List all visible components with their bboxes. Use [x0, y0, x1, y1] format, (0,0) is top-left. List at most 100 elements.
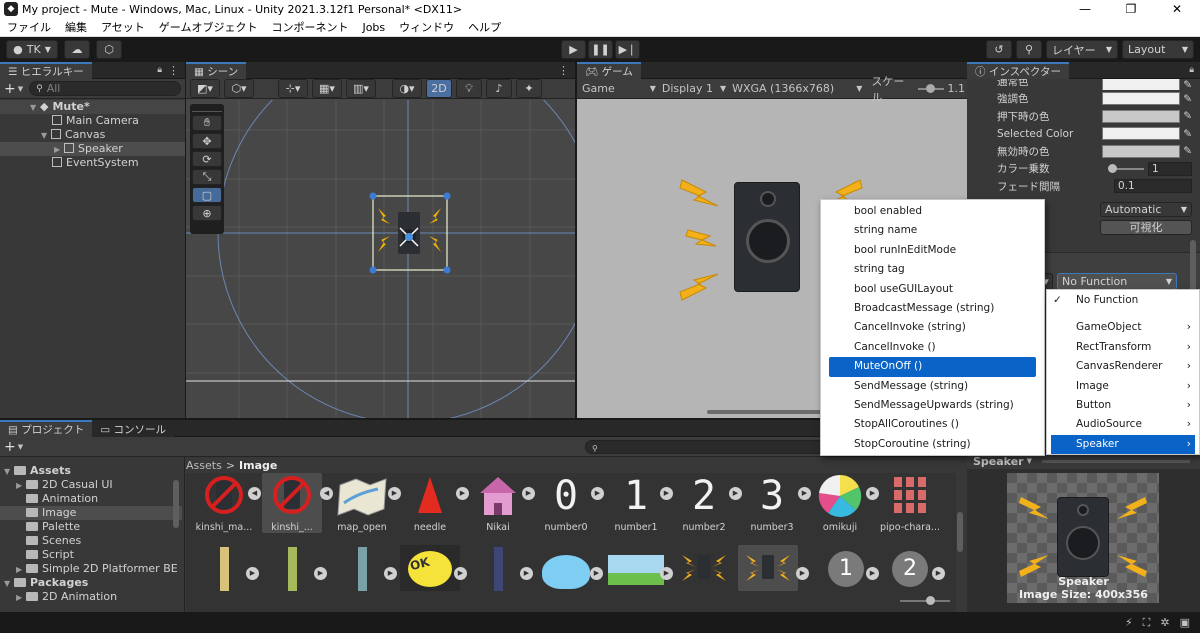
play-icon[interactable]: ▶: [866, 567, 879, 580]
folder-simple-2d-platformer[interactable]: ▶ Simple 2D Platformer BE: [0, 562, 182, 576]
asset-number2[interactable]: 2 number2: [674, 473, 734, 533]
multiplier-input[interactable]: 1: [1148, 161, 1192, 176]
asset-number0[interactable]: 0 number0: [536, 473, 596, 533]
asset-number1[interactable]: 1 number1: [606, 473, 666, 533]
method-item[interactable]: bool useGUILayout: [821, 280, 1044, 299]
asset-stick-navy[interactable]: [468, 545, 528, 591]
method-item[interactable]: SendMessageUpwards (string): [821, 396, 1044, 415]
tab-project[interactable]: ▤ プロジェクト: [0, 419, 93, 437]
account-button[interactable]: ● TK ▼: [6, 40, 58, 59]
rect-tool-icon[interactable]: ▢: [192, 187, 222, 203]
function-item-gameobject[interactable]: GameObject ›: [1047, 318, 1199, 337]
eyedropper-icon[interactable]: ✎: [1183, 79, 1192, 90]
folder-assets[interactable]: ▼ Assets: [0, 464, 182, 478]
cache-icon[interactable]: ▣: [1180, 616, 1190, 629]
method-item[interactable]: SendMessage (string): [821, 377, 1044, 396]
asset-nikai[interactable]: Nikai: [468, 473, 528, 533]
fade-input[interactable]: 0.1: [1114, 179, 1192, 194]
play-icon[interactable]: ▶: [246, 567, 259, 580]
function-item-speaker[interactable]: Speaker ›: [1051, 434, 1195, 455]
layers-dropdown[interactable]: レイヤー ▼: [1046, 40, 1118, 59]
color-swatch[interactable]: [1102, 144, 1181, 158]
play-icon[interactable]: ▶: [866, 487, 879, 500]
asset-grid-scrollbar[interactable]: [957, 512, 963, 552]
transform-tool-icon[interactable]: ⊕: [192, 205, 222, 221]
play-icon[interactable]: ▶: [796, 567, 809, 580]
color-swatch[interactable]: [1102, 127, 1181, 141]
network-icon[interactable]: ⛶: [1143, 616, 1151, 630]
chevron-down-icon[interactable]: ▼: [30, 101, 40, 115]
asset-kinshi-mark[interactable]: kinshi_ma...: [194, 473, 254, 533]
eyedropper-icon[interactable]: ✎: [1183, 110, 1192, 122]
game-scrollbar[interactable]: [707, 410, 827, 414]
method-item-muteonoff[interactable]: MuteOnOff (): [829, 357, 1036, 377]
eyedropper-icon[interactable]: ✎: [1183, 128, 1192, 140]
tab-hierarchy[interactable]: ☰ ヒエラルキー: [0, 61, 92, 79]
menu-help[interactable]: ヘルプ: [461, 18, 508, 37]
asset-stick-green[interactable]: [262, 545, 322, 591]
method-item[interactable]: CancelInvoke (string): [821, 318, 1044, 337]
play-button[interactable]: ▶: [561, 40, 586, 59]
display-dropdown[interactable]: Display 1 ▼: [659, 80, 729, 98]
asset-kinshi[interactable]: kinshi_...: [262, 473, 322, 533]
step-button[interactable]: ▶❘: [615, 40, 640, 59]
hierarchy-item-canvas[interactable]: ▼ Canvas: [0, 128, 185, 142]
shading-icon[interactable]: ◑▾: [392, 79, 422, 98]
increment-snap-icon[interactable]: ▥▾: [346, 79, 376, 98]
hierarchy-item-main-camera[interactable]: Main Camera: [0, 114, 185, 128]
play-icon[interactable]: ▶: [520, 567, 533, 580]
asset-ok-character[interactable]: OK: [400, 545, 460, 591]
asset-needle[interactable]: needle: [400, 473, 460, 533]
history-icon[interactable]: ↺: [986, 40, 1012, 59]
play-icon[interactable]: ▶: [660, 487, 673, 500]
play-icon[interactable]: ▶: [454, 567, 467, 580]
asset-number3[interactable]: 3 number3: [742, 473, 802, 533]
layout-dropdown[interactable]: Layout ▼: [1122, 40, 1194, 59]
folder-palette[interactable]: Palette: [0, 520, 182, 534]
chevron-down-icon[interactable]: ▼: [18, 85, 23, 93]
play-icon[interactable]: ▶: [384, 567, 397, 580]
eyedropper-icon[interactable]: ✎: [1183, 145, 1192, 157]
asset-speaker[interactable]: [674, 545, 734, 591]
move-tool-icon[interactable]: ✥: [192, 133, 222, 149]
navigation-dropdown[interactable]: Automatic ▼: [1100, 202, 1192, 218]
play-icon[interactable]: ▶: [314, 567, 327, 580]
tab-console[interactable]: ▭ コンソール: [92, 419, 175, 437]
asset-speaker-selected[interactable]: [738, 545, 798, 591]
menu-gameobject[interactable]: ゲームオブジェクト: [152, 18, 265, 37]
asset-omikuji[interactable]: omikuji: [810, 473, 870, 533]
folder-tree-scrollbar[interactable]: [173, 480, 179, 528]
asset-slime[interactable]: [536, 545, 596, 591]
hierarchy-search[interactable]: ⚲ All: [29, 81, 181, 96]
hierarchy-item-eventsystem[interactable]: EventSystem: [0, 156, 185, 170]
multiplier-slider[interactable]: [1108, 163, 1144, 173]
menu-file[interactable]: ファイル: [0, 18, 58, 37]
light-icon[interactable]: 💡︎: [456, 79, 482, 98]
breadcrumb-assets[interactable]: Assets: [186, 459, 222, 472]
asset-stick-teal[interactable]: [332, 545, 392, 591]
auto-generate-icon[interactable]: ⚡︎: [1125, 616, 1133, 629]
function-item-button[interactable]: Button ›: [1047, 396, 1199, 415]
cloud-icon[interactable]: ☁: [64, 40, 90, 59]
play-icon[interactable]: ▶: [660, 567, 673, 580]
tab-inspector[interactable]: ⓘ インスペクター: [967, 61, 1069, 79]
chevron-down-icon[interactable]: ▼: [18, 443, 23, 451]
resolution-dropdown[interactable]: WXGA (1366x768) ▼: [729, 80, 865, 98]
collab-icon[interactable]: ⬡: [96, 40, 122, 59]
bug-icon[interactable]: ✲: [1160, 616, 1169, 629]
rotate-tool-icon[interactable]: ⟳: [192, 151, 222, 167]
menu-window[interactable]: ウィンドウ: [392, 18, 461, 37]
lock-icon[interactable]: 🔒︎: [1189, 65, 1194, 75]
tab-scene[interactable]: ▦ シーン: [186, 61, 247, 79]
asset-background[interactable]: [606, 545, 666, 591]
visualize-button[interactable]: 可視化: [1100, 219, 1192, 235]
menu-component[interactable]: コンポーネント: [264, 18, 355, 37]
method-item[interactable]: StopCoroutine (string): [821, 435, 1044, 454]
add-icon[interactable]: +: [4, 81, 16, 97]
folder-2d-casual-ui[interactable]: ▶ 2D Casual UI: [0, 478, 182, 492]
minimize-button[interactable]: —: [1062, 0, 1108, 18]
folder-packages[interactable]: ▼ Packages: [0, 576, 182, 590]
thumbnail-size-slider[interactable]: [900, 596, 950, 605]
more-icon[interactable]: ⋮: [558, 64, 569, 77]
folder-animation[interactable]: Animation: [0, 492, 182, 506]
